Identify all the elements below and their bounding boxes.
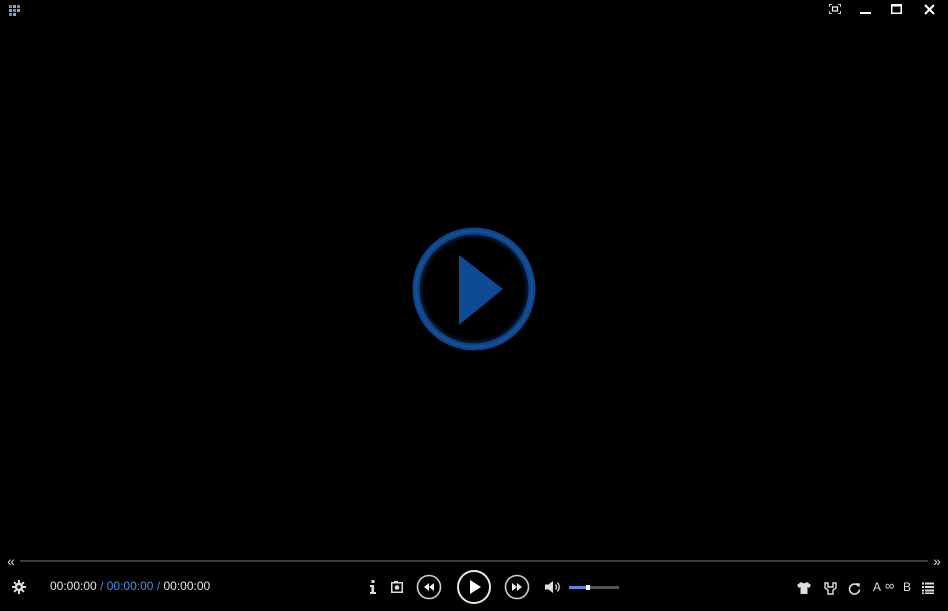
ab-repeat-a[interactable]: A <box>873 580 881 594</box>
close-button[interactable] <box>914 0 944 18</box>
middle-time: 00:00:00 <box>106 579 154 593</box>
subtitle-icon <box>823 581 837 595</box>
maximize-icon <box>890 4 902 14</box>
camera-icon <box>391 581 403 593</box>
big-play-button[interactable] <box>410 226 538 352</box>
time-separator: / <box>100 579 104 593</box>
info-button[interactable] <box>366 579 380 595</box>
close-icon <box>923 3 935 15</box>
fullscreen-icon <box>829 4 841 14</box>
title-bar <box>0 0 948 20</box>
subtitle-button[interactable] <box>821 580 839 596</box>
time-display: 00:00:00 / 00:00:00 / 00:00:00 <box>50 579 210 593</box>
play-circle-icon <box>412 227 536 351</box>
seek-bar-row: « » <box>0 553 948 569</box>
time-separator: / <box>156 579 161 593</box>
info-icon <box>370 580 376 594</box>
total-time: 00:00:00 <box>163 579 211 593</box>
collapse-right-icon[interactable]: » <box>929 553 945 569</box>
playlist-button[interactable] <box>919 580 937 596</box>
screenshot-button[interactable] <box>389 579 405 595</box>
play-icon <box>457 570 491 604</box>
previous-button[interactable] <box>416 574 442 600</box>
shirt-icon <box>797 582 811 594</box>
fullscreen-toggle-button[interactable] <box>820 0 850 18</box>
rotate-icon <box>848 582 860 595</box>
control-bar: 00:00:00 / 00:00:00 / 00:00:00 A ∞ B <box>0 570 948 606</box>
ab-repeat-loop[interactable]: ∞ <box>885 579 894 593</box>
current-time: 00:00:00 <box>50 579 97 593</box>
minimize-button[interactable] <box>850 0 880 18</box>
mute-button[interactable] <box>544 578 564 596</box>
speaker-icon <box>545 581 560 593</box>
volume-slider[interactable] <box>569 585 619 590</box>
maximize-button[interactable] <box>881 0 911 18</box>
fast-forward-icon <box>504 574 530 600</box>
gear-icon <box>12 580 26 594</box>
volume-handle[interactable] <box>586 585 590 590</box>
skin-button[interactable] <box>795 580 813 596</box>
play-button[interactable] <box>456 569 492 605</box>
seek-bar[interactable] <box>20 560 928 562</box>
minimize-icon <box>859 12 871 14</box>
playlist-icon <box>922 582 934 594</box>
ab-repeat-b[interactable]: B <box>903 580 911 594</box>
next-button[interactable] <box>504 574 530 600</box>
collapse-left-icon[interactable]: « <box>3 553 19 569</box>
rotate-button[interactable] <box>845 580 863 596</box>
rewind-icon <box>416 574 442 600</box>
app-grid-icon[interactable] <box>9 4 21 16</box>
settings-button[interactable] <box>10 579 28 595</box>
